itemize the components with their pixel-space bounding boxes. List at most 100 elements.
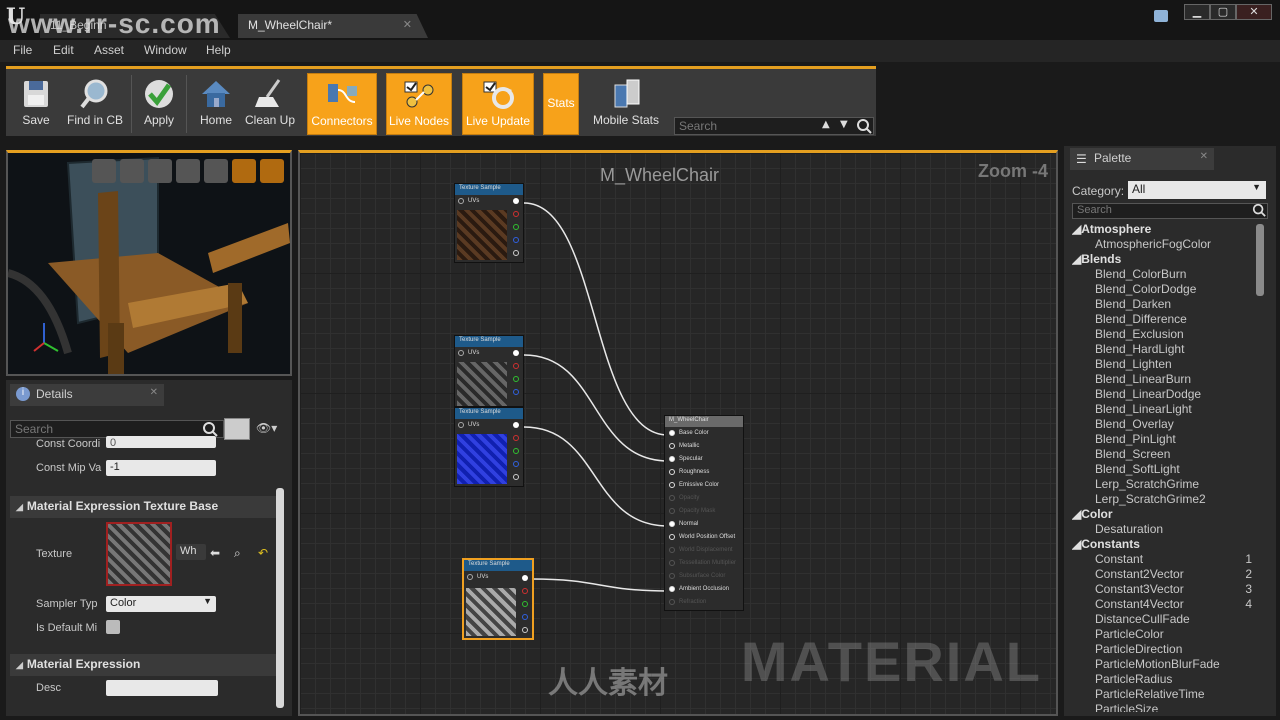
- clean-up-button[interactable]: Clean Up: [242, 73, 298, 135]
- palette-group[interactable]: ◢Constants: [1072, 537, 1252, 552]
- menu-edit[interactable]: Edit: [53, 43, 74, 57]
- texture-sample-node[interactable]: Texture Sample UVs: [454, 407, 524, 487]
- result-pin-dot[interactable]: [669, 586, 675, 592]
- palette-item[interactable]: Blend_LinearDodge: [1072, 387, 1252, 402]
- palette-item[interactable]: Blend_LinearLight: [1072, 402, 1252, 417]
- preview-realtime-icon[interactable]: [260, 159, 284, 183]
- result-pin[interactable]: Roughness: [665, 466, 743, 479]
- rgb-pin-dot[interactable]: [522, 575, 528, 581]
- preview-mesh-icon[interactable]: [204, 159, 228, 183]
- a-pin-dot[interactable]: [522, 627, 528, 633]
- palette-item[interactable]: ParticleRelativeTime: [1072, 687, 1252, 702]
- palette-item[interactable]: DistanceCullFade: [1072, 612, 1252, 627]
- preview-viewport[interactable]: [6, 150, 292, 376]
- palette-item[interactable]: Blend_Overlay: [1072, 417, 1252, 432]
- minimize-button[interactable]: ▁: [1184, 4, 1210, 20]
- live-nodes-button[interactable]: Live Nodes: [386, 73, 452, 135]
- reset-arrow-icon[interactable]: ↶: [258, 546, 268, 560]
- result-pin-dot[interactable]: [669, 482, 675, 488]
- browse-magnifier-icon[interactable]: ⌕: [234, 546, 241, 561]
- menu-asset[interactable]: Asset: [94, 43, 124, 57]
- texture-sample-node[interactable]: Texture Sample UVs: [454, 183, 524, 263]
- uvs-pin-dot[interactable]: [458, 198, 464, 204]
- palette-item[interactable]: Constant4Vector 4: [1072, 597, 1252, 612]
- result-pin-dot[interactable]: [669, 599, 675, 605]
- palette-scrollbar[interactable]: [1256, 224, 1264, 296]
- palette-item[interactable]: ParticleMotionBlurFade: [1072, 657, 1252, 672]
- mobile-stats-button[interactable]: Mobile Stats: [590, 73, 662, 135]
- sampler-type-dropdown[interactable]: Color ▼: [106, 596, 216, 612]
- palette-item[interactable]: Blend_Darken: [1072, 297, 1252, 312]
- rgb-pin-dot[interactable]: [513, 422, 519, 428]
- rgb-pin-dot[interactable]: [513, 198, 519, 204]
- palette-item[interactable]: Blend_HardLight: [1072, 342, 1252, 357]
- const-mip-field[interactable]: -1: [106, 460, 216, 476]
- palette-group[interactable]: ◢Blends: [1072, 252, 1252, 267]
- result-pin-dot[interactable]: [669, 547, 675, 553]
- chat-icon[interactable]: [1154, 10, 1168, 22]
- palette-item[interactable]: Lerp_ScratchGrime2: [1072, 492, 1252, 507]
- home-button[interactable]: Home: [194, 73, 238, 135]
- result-pin[interactable]: World Displacement: [665, 544, 743, 557]
- palette-item[interactable]: Blend_Screen: [1072, 447, 1252, 462]
- g-pin-dot[interactable]: [513, 224, 519, 230]
- palette-item[interactable]: Blend_ColorDodge: [1072, 282, 1252, 297]
- b-pin-dot[interactable]: [522, 614, 528, 620]
- result-pin[interactable]: Normal: [665, 518, 743, 531]
- palette-item[interactable]: Blend_PinLight: [1072, 432, 1252, 447]
- preview-plane-icon[interactable]: [148, 159, 172, 183]
- palette-item[interactable]: ParticleRadius: [1072, 672, 1252, 687]
- menu-window[interactable]: Window: [144, 43, 187, 57]
- result-pin[interactable]: Metallic: [665, 440, 743, 453]
- a-pin-dot[interactable]: [513, 474, 519, 480]
- category-dropdown[interactable]: All ▼: [1128, 181, 1266, 199]
- palette-item[interactable]: ParticleColor: [1072, 627, 1252, 642]
- texture-sample-node[interactable]: Texture Sample UVs: [454, 335, 524, 407]
- result-pin[interactable]: Opacity Mask: [665, 505, 743, 518]
- uvs-pin-dot[interactable]: [458, 350, 464, 356]
- palette-item[interactable]: Constant3Vector 3: [1072, 582, 1252, 597]
- apply-button[interactable]: Apply: [138, 73, 180, 135]
- preview-cube-icon[interactable]: [176, 159, 200, 183]
- result-pin-dot[interactable]: [669, 521, 675, 527]
- preview-grid-icon[interactable]: [232, 159, 256, 183]
- palette-item[interactable]: Blend_Lighten: [1072, 357, 1252, 372]
- uvs-pin-dot[interactable]: [458, 422, 464, 428]
- preview-sphere-icon[interactable]: [120, 159, 144, 183]
- r-pin-dot[interactable]: [513, 435, 519, 441]
- b-pin-dot[interactable]: [513, 237, 519, 243]
- palette-item[interactable]: Blend_ColorBurn: [1072, 267, 1252, 282]
- grid-view-icon[interactable]: [224, 418, 250, 440]
- preview-cylinder-icon[interactable]: [92, 159, 116, 183]
- r-pin-dot[interactable]: [522, 588, 528, 594]
- texture-thumbnail[interactable]: [106, 522, 172, 586]
- details-scrollbar[interactable]: [276, 488, 284, 708]
- result-pin[interactable]: Specular: [665, 453, 743, 466]
- result-pin-dot[interactable]: [669, 534, 675, 540]
- material-graph[interactable]: M_WheelChair Zoom -4 MATERIAL 人人素材 Textu…: [298, 150, 1058, 716]
- menu-file[interactable]: File: [13, 43, 32, 57]
- palette-item[interactable]: Constant2Vector 2: [1072, 567, 1252, 582]
- result-pin[interactable]: Tessellation Multiplier: [665, 557, 743, 570]
- close-button[interactable]: ✕: [1236, 4, 1272, 20]
- result-pin[interactable]: Refraction: [665, 596, 743, 609]
- g-pin-dot[interactable]: [513, 376, 519, 382]
- search-icon[interactable]: [856, 118, 872, 134]
- a-pin-dot[interactable]: [513, 250, 519, 256]
- palette-group[interactable]: ◢Atmosphere: [1072, 222, 1252, 237]
- search-down-arrow-icon[interactable]: ▼: [840, 119, 848, 130]
- palette-item[interactable]: Blend_Exclusion: [1072, 327, 1252, 342]
- section-texture-base[interactable]: ◢ Material Expression Texture Base: [10, 496, 276, 518]
- b-pin-dot[interactable]: [513, 389, 519, 395]
- palette-item[interactable]: Blend_SoftLight: [1072, 462, 1252, 477]
- result-pin-dot[interactable]: [669, 495, 675, 501]
- menu-help[interactable]: Help: [206, 43, 231, 57]
- material-result-node[interactable]: M_WheelChair Base Color Metallic Specular R…: [664, 415, 744, 611]
- result-pin[interactable]: World Position Offset: [665, 531, 743, 544]
- use-selected-arrow-icon[interactable]: ⬅: [210, 546, 220, 560]
- result-pin-dot[interactable]: [669, 573, 675, 579]
- palette-item[interactable]: ParticleSize: [1072, 702, 1252, 712]
- palette-item[interactable]: Constant 1: [1072, 552, 1252, 567]
- close-tab-icon[interactable]: ✕: [403, 18, 412, 31]
- rgb-pin-dot[interactable]: [513, 350, 519, 356]
